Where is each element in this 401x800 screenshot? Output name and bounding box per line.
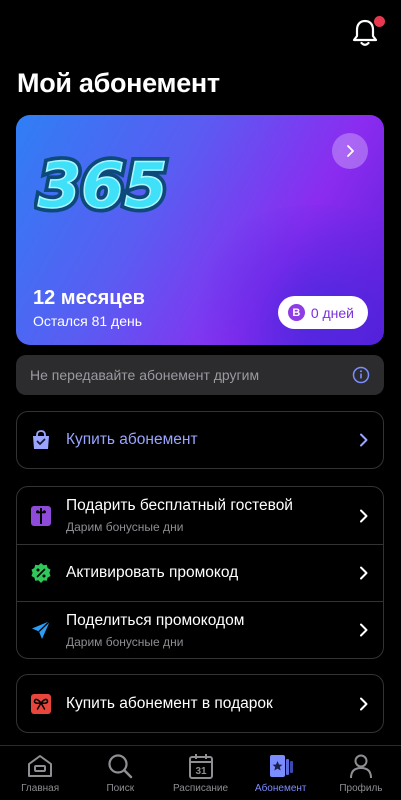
chevron-right-icon bbox=[360, 433, 368, 447]
info-icon[interactable] bbox=[352, 366, 370, 384]
promo-percent-icon bbox=[31, 563, 51, 583]
gift-icon bbox=[31, 505, 51, 526]
chevron-right-icon bbox=[360, 566, 368, 580]
tab-home[interactable]: Главная bbox=[0, 746, 80, 800]
chevron-right-icon bbox=[360, 509, 368, 522]
buy-subscription-group: Купить абонемент bbox=[16, 411, 384, 469]
activate-promo-button[interactable]: Активировать промокод bbox=[17, 544, 383, 601]
notice-text: Не передавайте абонемент другим bbox=[30, 367, 260, 383]
share-promo-label: Поделиться промокодом bbox=[66, 611, 245, 629]
send-icon bbox=[32, 620, 51, 639]
svg-text:365: 365 bbox=[38, 149, 167, 222]
tab-search[interactable]: Поиск bbox=[80, 746, 160, 800]
chevron-right-icon bbox=[360, 697, 368, 710]
tab-schedule-label: Расписание bbox=[172, 783, 229, 794]
buy-gift-subscription-label: Купить абонемент в подарок bbox=[66, 694, 273, 712]
bottom-tab-bar: Главная Поиск 31 Расписание Абонемент Пр… bbox=[0, 745, 401, 800]
bow-icon bbox=[31, 693, 51, 714]
calendar-icon: 31 bbox=[188, 754, 213, 779]
notification-dot bbox=[374, 16, 385, 27]
gift-subscription-group: Купить абонемент в подарок bbox=[16, 674, 384, 733]
activate-promo-label: Активировать промокод bbox=[66, 564, 239, 581]
home-icon bbox=[28, 755, 53, 777]
gift-guest-pass-label: Подарить бесплатный гостевой bbox=[66, 497, 293, 514]
buy-subscription-label: Купить абонемент bbox=[66, 431, 198, 448]
bonus-days-text: 0 дней bbox=[310, 304, 354, 321]
days-remaining: Остался 81 день bbox=[33, 313, 143, 329]
share-promo-button[interactable]: Поделиться промокодом Дарим бонусные дни bbox=[17, 601, 383, 658]
buy-subscription-button[interactable]: Купить абонемент bbox=[17, 412, 383, 468]
svg-text:31: 31 bbox=[195, 766, 207, 777]
bonus-days-badge[interactable]: B 0 дней bbox=[277, 296, 368, 329]
gift-guest-pass-subtitle: Дарим бонусные дни bbox=[66, 520, 184, 534]
membership-card-icon bbox=[269, 755, 293, 777]
chevron-right-icon bbox=[360, 623, 368, 637]
bonus-b-icon: B bbox=[287, 304, 305, 321]
tab-profile-label: Профиль bbox=[339, 783, 383, 794]
gift-guest-pass-button[interactable]: Подарить бесплатный гостевой Дарим бонус… bbox=[17, 487, 383, 544]
logo-365: 365 365 bbox=[34, 145, 172, 227]
share-promo-subtitle: Дарим бонусные дни bbox=[66, 634, 184, 649]
shopping-bag-icon bbox=[33, 430, 49, 449]
tab-membership-label: Абонемент bbox=[254, 783, 307, 794]
promo-actions-group: Подарить бесплатный гостевой Дарим бонус… bbox=[16, 486, 384, 659]
tab-membership[interactable]: Абонемент bbox=[241, 746, 321, 800]
page-title: Мой абонемент bbox=[17, 68, 220, 98]
card-open-button[interactable] bbox=[332, 133, 368, 169]
notifications-button[interactable] bbox=[351, 16, 385, 48]
transfer-notice: Не передавайте абонемент другим bbox=[16, 355, 384, 395]
tab-search-label: Поиск bbox=[106, 783, 135, 794]
subscription-period: 12 месяцев bbox=[33, 287, 145, 309]
profile-icon bbox=[349, 754, 372, 779]
tab-schedule[interactable]: 31 Расписание bbox=[160, 746, 240, 800]
tab-profile[interactable]: Профиль bbox=[321, 746, 401, 800]
tab-home-label: Главная bbox=[21, 783, 60, 794]
search-icon bbox=[108, 754, 133, 779]
subscription-card[interactable]: 365 365 12 месяцев Остался 81 день B 0 д… bbox=[16, 115, 384, 345]
chevron-right-icon bbox=[347, 145, 354, 157]
buy-gift-subscription-button[interactable]: Купить абонемент в подарок bbox=[17, 675, 383, 732]
